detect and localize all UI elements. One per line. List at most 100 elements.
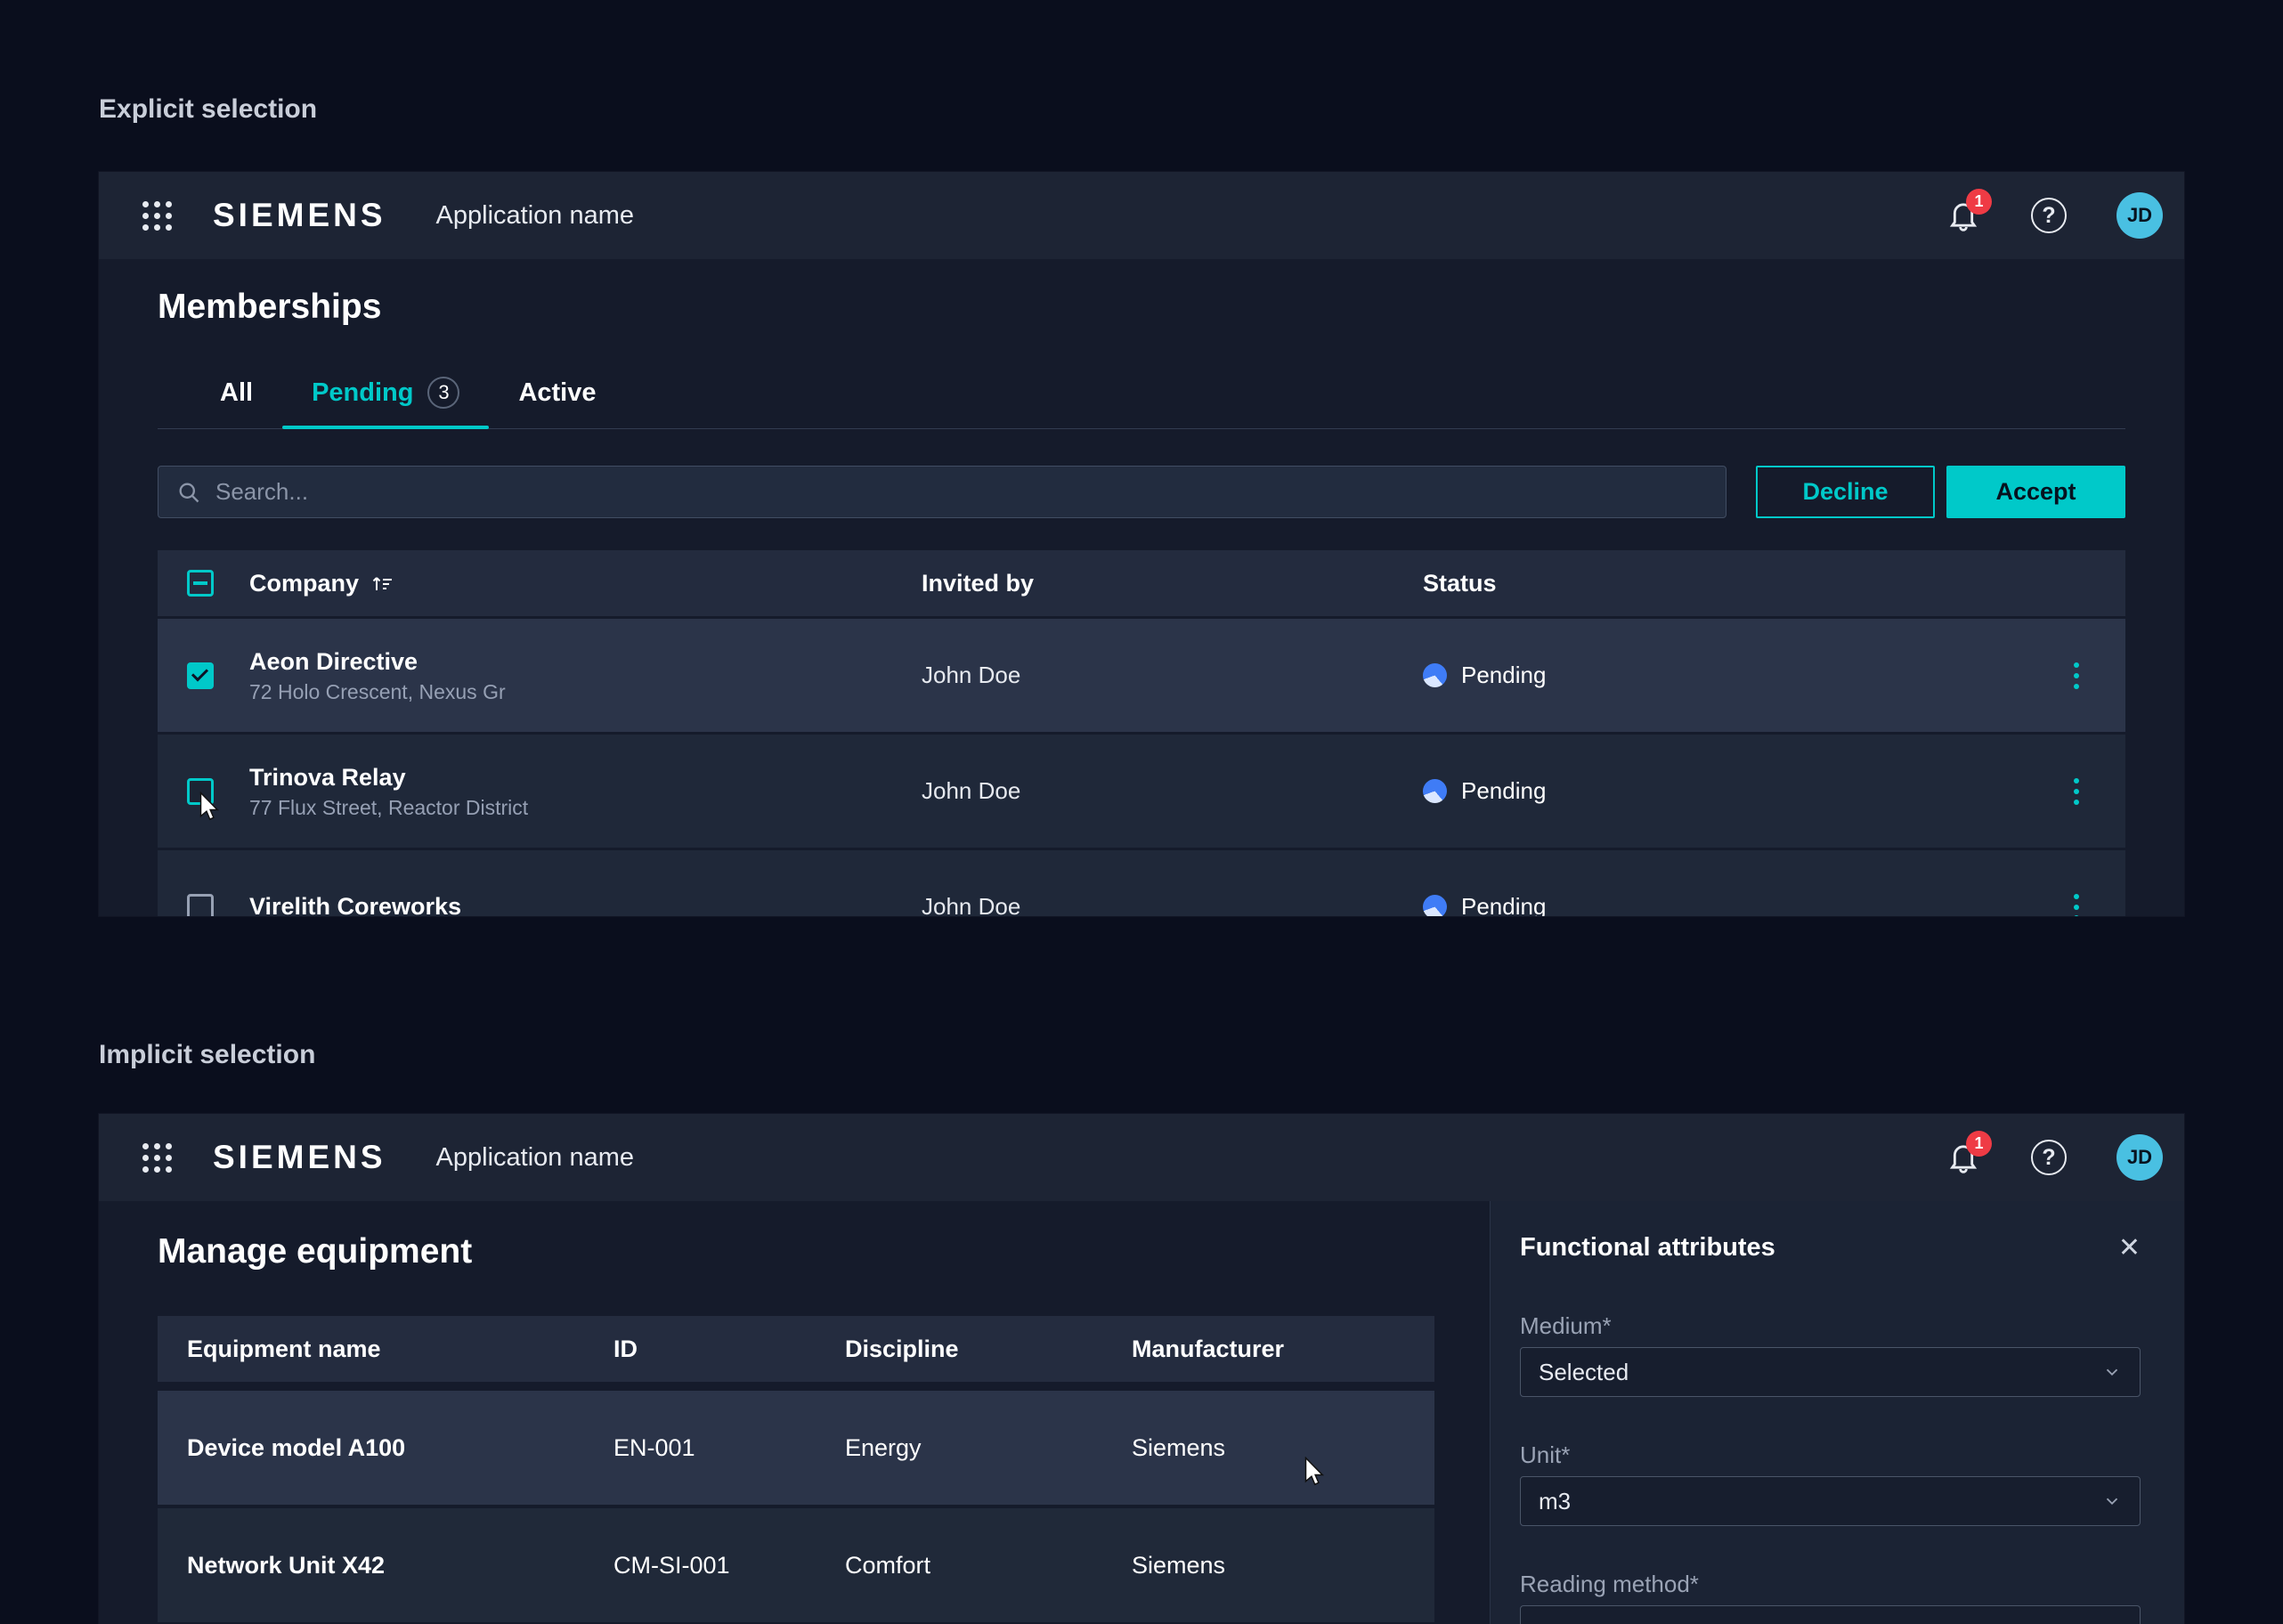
memberships-table: Company Invited by Status [158,550,2125,916]
table-header-row: Equipment name ID Discipline Manufacture… [158,1316,1434,1382]
row-menu-button[interactable] [2050,654,2103,698]
status-badge: Pending [1461,893,1546,916]
company-address: 72 Holo Crescent, Nexus Gr [249,678,892,705]
tab-all[interactable]: All [191,377,282,428]
tab-active-label: Active [518,378,596,408]
equipment-manufacturer: Siemens [1102,1552,1434,1579]
equipment-id: EN-001 [584,1434,816,1462]
tab-active[interactable]: Active [489,377,625,428]
select-all-checkbox[interactable] [187,570,214,597]
decline-button[interactable]: Decline [1756,466,1935,518]
equipment-content: Manage equipment Equipment name ID Disci… [99,1201,2184,1624]
section-label-implicit: Implicit selection [99,1040,315,1070]
company-name: Trinova Relay [249,762,892,792]
equipment-name: Device model A100 [158,1434,584,1462]
table-header-row: Company Invited by Status [158,550,2125,616]
unit-select[interactable]: m3 [1520,1476,2141,1526]
invited-by-value: John Doe [892,893,1393,916]
reading-method-select[interactable] [1520,1605,2141,1624]
notification-badge: 1 [1966,1131,1992,1157]
unit-label: Unit* [1520,1441,2141,1469]
column-header-manufacturer[interactable]: Manufacturer [1102,1336,1434,1363]
equipment-discipline: Comfort [816,1552,1102,1579]
status-badge: Pending [1461,662,1546,689]
tab-bar: All Pending 3 Active [158,377,2125,429]
medium-value: Selected [1539,1359,1629,1386]
pending-count-badge: 3 [427,377,459,409]
notification-badge: 1 [1966,189,1992,215]
table-row[interactable]: Trinova Relay 77 Flux Street, Reactor Di… [158,735,2125,848]
row-checkbox[interactable] [187,894,214,917]
column-header-equipment-name[interactable]: Equipment name [158,1336,584,1363]
equipment-table: Equipment name ID Discipline Manufacture… [158,1316,1434,1622]
status-badge: Pending [1461,777,1546,805]
column-header-status[interactable]: Status [1393,570,2027,597]
company-address: 77 Flux Street, Reactor District [249,794,892,821]
invited-by-value: John Doe [892,777,1393,805]
accept-button[interactable]: Accept [1946,466,2125,518]
page: Explicit selection SIEMENS Application n… [0,0,2283,1624]
siemens-logo: SIEMENS [213,197,386,234]
sort-ascending-icon [370,572,394,595]
company-name: Aeon Directive [249,646,892,677]
row-menu-button[interactable] [2050,769,2103,814]
column-header-id[interactable]: ID [584,1336,816,1363]
equipment-discipline: Energy [816,1434,1102,1462]
pending-status-icon [1423,779,1447,803]
row-menu-button[interactable] [2050,885,2103,917]
notifications-button[interactable]: 1 [1946,1140,1981,1175]
equipment-id: CM-SI-001 [584,1552,816,1579]
pending-status-icon [1423,663,1447,687]
mouse-cursor [197,792,221,824]
app-header: SIEMENS Application name 1 ? JD [99,1114,2184,1201]
status-cell: Pending [1393,777,2027,805]
app-launcher-icon[interactable] [142,1143,172,1173]
header-actions: 1 ? JD [1946,192,2163,239]
status-cell: Pending [1393,662,2027,689]
column-header-invited-by[interactable]: Invited by [892,570,1393,597]
equipment-name: Network Unit X42 [158,1552,584,1579]
status-cell: Pending [1393,893,2027,916]
table-row[interactable]: Device model A100 EN-001 Energy Siemens [158,1391,1434,1505]
application-name: Application name [436,1143,634,1173]
column-header-discipline[interactable]: Discipline [816,1336,1102,1363]
help-button[interactable]: ? [2031,1140,2067,1175]
tab-all-label: All [220,378,253,408]
app-launcher-icon[interactable] [142,201,172,231]
functional-attributes-panel: Functional attributes ✕ Medium* Selected… [1490,1201,2184,1624]
company-name: Virelith Coreworks [249,891,892,917]
pending-status-icon [1423,895,1447,916]
section-label-explicit: Explicit selection [99,94,317,125]
tab-pending-label: Pending [312,378,413,408]
close-icon[interactable]: ✕ [2118,1235,2141,1262]
chevron-down-icon [2102,1620,2122,1624]
table-row[interactable]: Network Unit X42 CM-SI-001 Comfort Sieme… [158,1508,1434,1622]
table-row[interactable]: Virelith Coreworks John Doe Pending [158,850,2125,916]
notifications-button[interactable]: 1 [1946,198,1981,233]
avatar[interactable]: JD [2116,192,2163,239]
medium-select[interactable]: Selected [1520,1347,2141,1397]
tab-pending[interactable]: Pending 3 [282,377,489,428]
table-row[interactable]: Aeon Directive 72 Holo Crescent, Nexus G… [158,619,2125,732]
chevron-down-icon [2102,1362,2122,1382]
search-input[interactable] [215,478,1708,506]
header-actions: 1 ? JD [1946,1134,2163,1181]
unit-value: m3 [1539,1488,1571,1515]
memberships-content: Memberships All Pending 3 Active [99,286,2184,916]
siemens-logo: SIEMENS [213,1139,386,1176]
avatar[interactable]: JD [2116,1134,2163,1181]
page-title: Manage equipment [158,1230,1490,1273]
search-icon [176,480,201,505]
help-button[interactable]: ? [2031,198,2067,233]
equipment-main: Manage equipment Equipment name ID Disci… [99,1201,1490,1624]
column-header-company[interactable]: Company [220,570,892,597]
panel-title: Functional attributes [1520,1233,1775,1263]
invited-by-value: John Doe [892,662,1393,689]
row-checkbox[interactable] [187,662,214,689]
application-name: Application name [436,201,634,231]
reading-method-label: Reading method* [1520,1571,2141,1598]
search-box[interactable] [158,466,1726,518]
mouse-cursor [1302,1457,1326,1489]
page-title: Memberships [158,286,2125,329]
chevron-down-icon [2102,1491,2122,1511]
